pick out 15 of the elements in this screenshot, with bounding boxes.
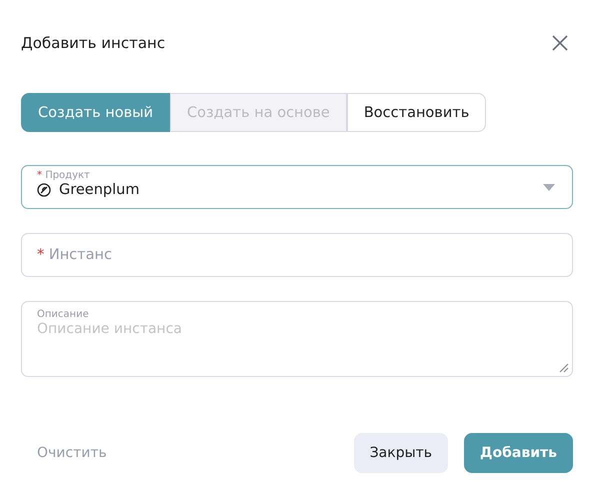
tab[interactable]: Создать новый [21,93,170,132]
instance-field[interactable]: * Инстанс [21,233,573,277]
product-value: Greenplum [59,182,140,198]
resize-handle-icon[interactable] [558,362,569,373]
product-select[interactable]: * Продукт Greenplum [21,165,573,209]
close-button[interactable]: Закрыть [354,433,448,473]
product-icon [37,183,51,197]
add-button[interactable]: Добавить [464,433,573,473]
close-icon[interactable] [551,34,569,52]
product-label: * Продукт [37,170,91,182]
tab[interactable]: Восстановить [346,93,486,132]
clear-button[interactable]: Очистить [21,445,123,461]
description-field[interactable]: Описание Описание инстанса [21,301,573,377]
dialog-title: Добавить инстанс [21,34,166,52]
caret-icon [543,184,555,191]
